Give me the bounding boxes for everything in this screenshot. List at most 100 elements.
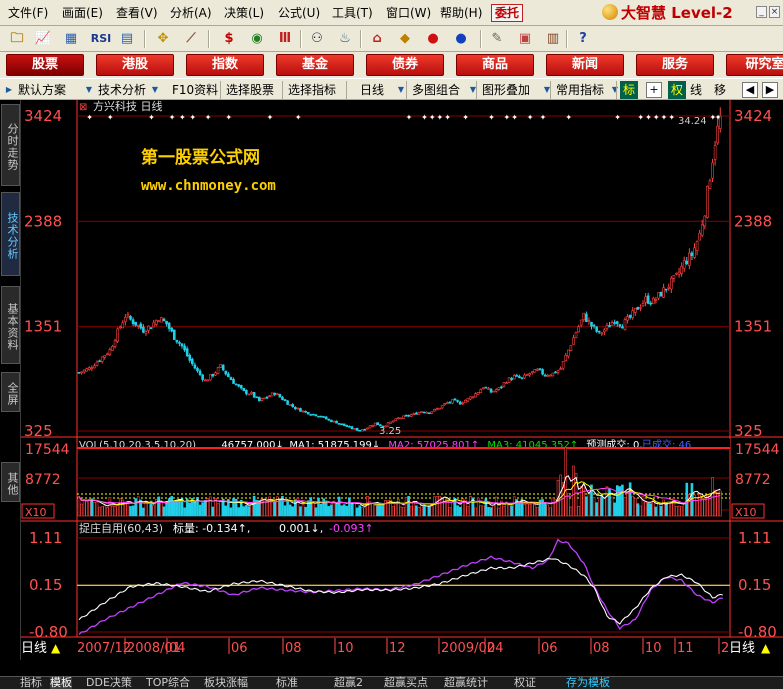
candle-body [582,312,586,320]
rsi-icon[interactable]: RSI [88,29,114,49]
dollar-icon[interactable]: $ [218,29,240,49]
period-up-icon: ▲ [51,641,61,655]
func-item-1[interactable]: 技术分析 [98,82,146,98]
menu-item-5[interactable]: 公式(U) [278,4,320,22]
ruler-icon[interactable]: ⟋ [180,29,202,49]
bottom-tab-0[interactable]: 指标 [20,677,42,689]
move-toggle[interactable]: 移 [714,82,726,98]
candle-body [654,299,658,301]
rights-toggle[interactable]: 权 [668,81,686,99]
volume-bar [530,501,534,517]
menu-item-1[interactable]: 画面(E) [62,4,103,22]
candle-body [706,185,709,218]
line-toggle[interactable]: 线 [690,82,702,98]
chart-panel[interactable]: 3424 3424 2388 2388 1351 1351 325 325 ✦ ✦ ✦ ✦ ✦ ✦ ✦ ✦ ✦ ✦… [21,100,783,658]
category-tab-5[interactable]: 商品 [456,54,534,76]
candle-body [211,373,215,377]
red-ball-icon[interactable]: ● [422,29,444,49]
bottom-tab-10[interactable]: 存为模板 [566,677,610,689]
candle-body [420,411,423,413]
bottom-tab-1[interactable]: 模板 [50,677,72,689]
bottom-tab-2[interactable]: DDE决策 [86,677,132,689]
minimize-icon[interactable]: _ [756,6,767,18]
close-icon[interactable]: × [769,6,780,18]
dropdown-arrow-icon[interactable]: ▼ [84,82,94,98]
bottom-tab-3[interactable]: TOP综合 [146,677,190,689]
volume-bar [618,486,622,517]
side-tab-1[interactable]: 技术分析 [1,192,20,276]
func-item-4[interactable]: 选择指标 [288,82,336,98]
category-tab-7[interactable]: 服务 [636,54,714,76]
binoculars-icon[interactable]: ⚇ [306,29,328,49]
volume-bar [644,501,647,517]
bars-icon[interactable]: Ⅲ [274,29,296,49]
side-tab-3[interactable]: 全屏 [1,372,20,412]
category-tab-8[interactable]: 研究室 [726,54,783,76]
bottom-tab-5[interactable]: 标准 [276,677,298,689]
menu-item-3[interactable]: 分析(A) [170,4,212,22]
dropdown-arrow-icon[interactable]: ▼ [396,82,406,98]
blue-ball-icon[interactable]: ● [450,29,472,49]
alarm-icon[interactable]: ♨ [334,29,356,49]
func-item-8[interactable]: 常用指标 [556,82,604,98]
plus-icon[interactable]: + [646,82,662,98]
dropdown-arrow-icon[interactable]: ▼ [610,82,620,98]
picture-icon[interactable]: ▣ [514,29,536,49]
category-tab-6[interactable]: 新闻 [546,54,624,76]
candle-body [628,315,632,318]
bottom-tab-8[interactable]: 超赢统计 [444,677,488,689]
menu-item-6[interactable]: 工具(T) [332,4,373,22]
chart-report-icon[interactable]: ⌂ [366,29,388,49]
crosshair-icon[interactable]: ✥ [152,29,174,49]
scroll-left-icon[interactable]: ◀ [742,82,758,98]
volume-bar [131,505,135,517]
note-icon[interactable]: ✎ [486,29,508,49]
volume-bar [456,505,459,517]
entrust-button[interactable]: 委托 [491,4,523,22]
diamond-icon[interactable]: ◆ [394,29,416,49]
dropdown-arrow-icon[interactable]: ▼ [150,82,160,98]
mark-toggle[interactable]: 标 [620,81,638,99]
scroll-right-icon[interactable]: ▶ [762,82,778,98]
category-tab-1[interactable]: 港股 [96,54,174,76]
menu-item-0[interactable]: 文件(F) [8,4,48,22]
grid-view-icon[interactable]: ▦ [60,29,82,49]
category-tab-3[interactable]: 基金 [276,54,354,76]
indicator-axis-left-label: 1.11 [29,529,62,547]
traffic-light-icon[interactable]: ◉ [246,29,268,49]
category-tab-0[interactable]: 股票 [6,54,84,76]
side-tab-2[interactable]: 基本资料 [1,286,20,364]
bottom-tab-6[interactable]: 超赢2 [334,677,363,689]
line-chart-icon[interactable]: 📈 [32,29,54,49]
func-item-0[interactable]: 默认方案 [18,82,66,98]
menu-item-7[interactable]: 窗口(W) [386,4,431,22]
bottom-tab-9[interactable]: 权证 [514,677,536,689]
open-folder-icon[interactable]: 🗀 [6,29,28,49]
candle-body [682,260,686,269]
bottom-tab-4[interactable]: 板块涨幅 [204,677,248,689]
menu-item-2[interactable]: 查看(V) [116,4,158,22]
side-tab-4[interactable]: 其他 [1,462,20,502]
help-pointer-icon[interactable]: ? [572,29,594,49]
volume-bar [152,505,155,517]
func-item-3[interactable]: 选择股票 [226,82,274,98]
menu-item-8[interactable]: 帮助(H) [440,4,482,22]
func-item-2[interactable]: F10资料 [172,82,218,98]
candle-body [456,400,459,402]
table-icon[interactable]: ▤ [116,29,138,49]
side-tab-0[interactable]: 分时走势 [1,104,20,186]
category-tab-4[interactable]: 债券 [366,54,444,76]
bottom-tab-7[interactable]: 超赢买点 [384,677,428,689]
volume-bar [448,507,452,517]
menu-item-4[interactable]: 决策(L) [224,4,264,22]
candle-body [556,369,560,373]
books-icon[interactable]: ▥ [542,29,564,49]
volume-bar [188,502,192,517]
kline-chart[interactable]: 3424 34242388 23881351 1351325 325✦ ✦ ✦ ✦ ✦ ✦ ✦ ✦ ✦ ✦… [21,100,783,658]
func-item-6[interactable]: 多图组合 [412,82,460,98]
volume-bar [474,507,477,517]
func-item-7[interactable]: 图形叠加 [482,82,530,98]
left-arrow-icon[interactable]: ▶ [4,82,14,98]
category-tab-2[interactable]: 指数 [186,54,264,76]
func-item-5[interactable]: 日线 [360,82,384,98]
